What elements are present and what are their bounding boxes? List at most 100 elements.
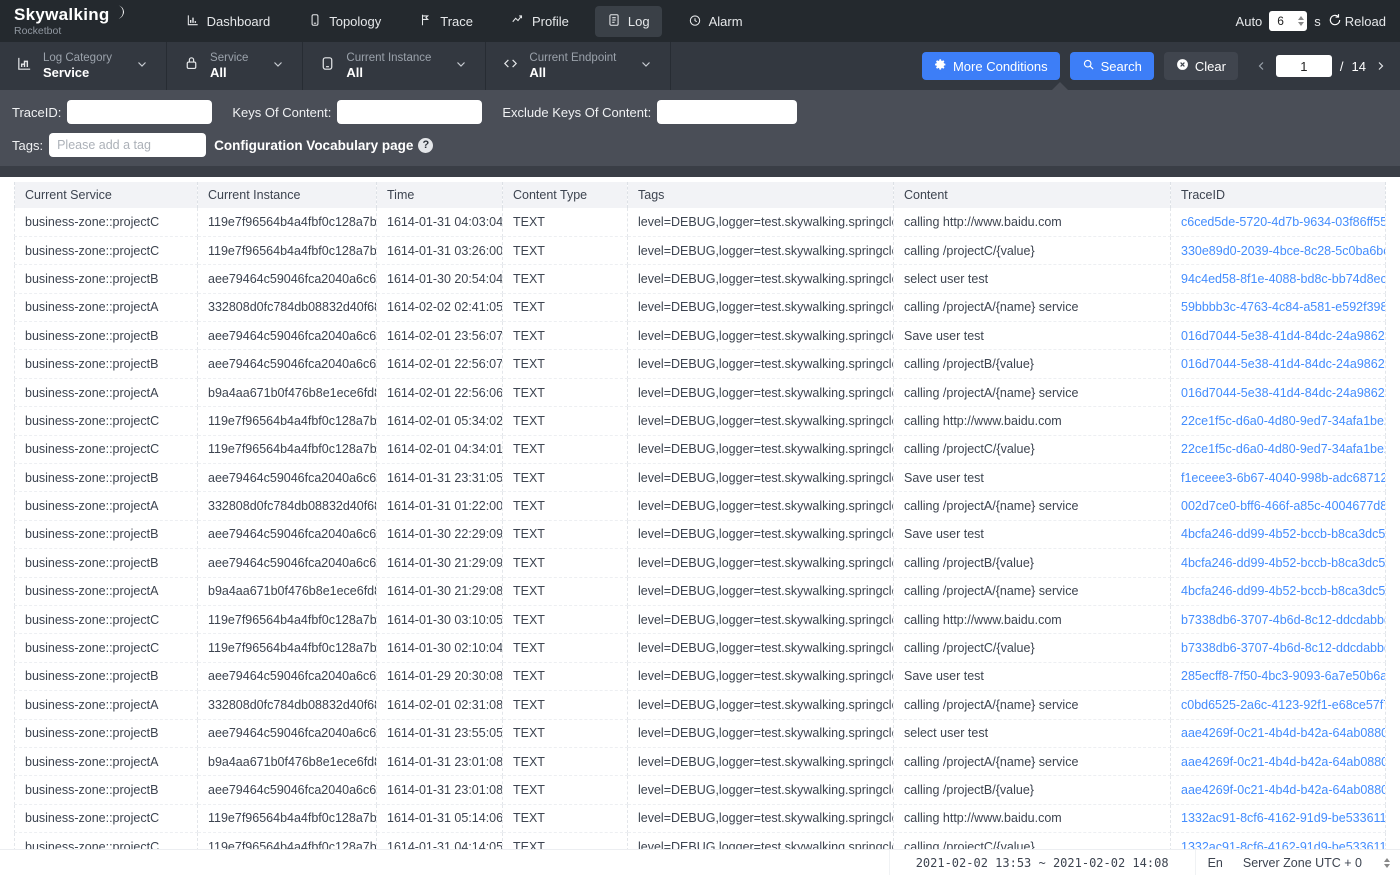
topology-icon [308, 13, 322, 30]
nav-item-topology[interactable]: Topology [296, 6, 393, 37]
cell-content-type: TEXT [503, 662, 628, 690]
current-instance-selector[interactable]: Current Instance All [303, 42, 486, 90]
zone-stepper-icon[interactable] [1384, 858, 1390, 868]
cell-current-instance: aee79464c59046fca2040a6c68... [198, 719, 377, 747]
help-question-icon[interactable]: ? [418, 138, 433, 153]
cell-traceid-link[interactable]: 22ce1f5c-d6a0-4d80-9ed7-34afa1be2490 [1171, 407, 1386, 435]
clear-button[interactable]: Clear [1164, 52, 1238, 80]
cell-current-instance: 119e7f96564b4a4fbf0c128a7b0... [198, 435, 377, 463]
exclude-keys-input[interactable] [657, 100, 797, 124]
cell-current-instance: aee79464c59046fca2040a6c68... [198, 265, 377, 293]
server-zone-control[interactable]: Server Zone UTC + 0 [1235, 850, 1400, 875]
chevron-down-icon [640, 57, 652, 75]
more-conditions-button[interactable]: More Conditions [922, 52, 1060, 80]
cell-time: 1614-02-01 04:34:01 [377, 435, 503, 463]
cell-traceid-link[interactable]: aae4269f-0c21-4b4d-b42a-64ab08808ac8 [1171, 776, 1386, 804]
nav-item-trace[interactable]: Trace [407, 6, 485, 37]
cell-traceid-link[interactable]: 330e89d0-2039-4bce-8c28-5c0ba6bc8ce7 [1171, 236, 1386, 264]
keys-of-content-input[interactable] [337, 100, 482, 124]
tags-input[interactable] [49, 133, 206, 157]
cell-traceid-link[interactable]: 94c4ed58-8f1e-4088-bd8c-bb74d8eca703 [1171, 265, 1386, 293]
cell-time: 1614-01-31 01:22:00 [377, 492, 503, 520]
nav-item-log[interactable]: Log [595, 6, 662, 37]
col-header-content: Content [894, 182, 1171, 208]
cell-tags: level=DEBUG,logger=test.skywalking.sprin… [628, 747, 894, 775]
log-category-selector[interactable]: Log Category Service [0, 42, 167, 90]
cell-traceid-link[interactable]: 016d7044-5e38-41d4-84dc-24a98624a30e [1171, 350, 1386, 378]
cell-traceid-link[interactable]: 59bbbb3c-4763-4c84-a581-e592f39865bd [1171, 293, 1386, 321]
app-subtitle: Rocketbot [14, 26, 61, 37]
table-row: business-zone::projectC 119e7f96564b4a4f… [15, 804, 1386, 832]
cell-tags: level=DEBUG,logger=test.skywalking.sprin… [628, 435, 894, 463]
log-table: Current Service Current Instance Time Co… [14, 182, 1386, 861]
cell-traceid-link[interactable]: c0bd6525-2a6c-4123-92f1-e68ce57f767d [1171, 691, 1386, 719]
cell-current-instance: aee79464c59046fca2040a6c68... [198, 776, 377, 804]
language-toggle[interactable]: En [1195, 850, 1235, 875]
auto-interval-stepper[interactable]: 6 [1269, 11, 1307, 31]
cell-traceid-link[interactable]: 016d7044-5e38-41d4-84dc-24a98624a30e [1171, 322, 1386, 350]
cell-traceid-link[interactable]: c6ced5de-5720-4d7b-9634-03f86ff55d30 [1171, 208, 1386, 236]
cell-current-instance: aee79464c59046fca2040a6c68... [198, 322, 377, 350]
cell-tags: level=DEBUG,logger=test.skywalking.sprin… [628, 322, 894, 350]
log-table-body: business-zone::projectC 119e7f96564b4a4f… [15, 208, 1386, 861]
reload-button[interactable]: Reload [1328, 13, 1386, 30]
app-logo[interactable]: Skywalking Rocketbot [14, 6, 128, 37]
prev-page-icon[interactable] [1256, 60, 1268, 72]
cell-current-service: business-zone::projectB [15, 549, 198, 577]
cell-traceid-link[interactable]: 4bcfa246-dd99-4b52-bccb-b8ca3dc5fc94 [1171, 549, 1386, 577]
cell-traceid-link[interactable]: 002d7ce0-bff6-466f-a85c-4004677d8fbf [1171, 492, 1386, 520]
nav-item-alarm[interactable]: Alarm [676, 6, 755, 37]
cell-traceid-link[interactable]: 1332ac91-8cf6-4162-91d9-be53361168a9 [1171, 804, 1386, 832]
cell-tags: level=DEBUG,logger=test.skywalking.sprin… [628, 208, 894, 236]
cell-tags: level=DEBUG,logger=test.skywalking.sprin… [628, 605, 894, 633]
cell-current-instance: aee79464c59046fca2040a6c68... [198, 350, 377, 378]
cell-traceid-link[interactable]: aae4269f-0c21-4b4d-b42a-64ab08808ac8 [1171, 747, 1386, 775]
code-brackets-icon [502, 55, 519, 77]
auto-reload-controls: Auto 6 s Reload [1236, 11, 1386, 31]
server-zone-label: Server Zone UTC + 0 [1243, 856, 1362, 870]
cell-current-service: business-zone::projectA [15, 378, 198, 406]
top-navbar: Skywalking Rocketbot Dashboard Topology … [0, 0, 1400, 42]
cell-current-service: business-zone::projectC [15, 605, 198, 633]
current-endpoint-selector[interactable]: Current Endpoint All [486, 42, 671, 90]
cell-content-type: TEXT [503, 691, 628, 719]
table-row: business-zone::projectB aee79464c59046fc… [15, 322, 1386, 350]
cell-tags: level=DEBUG,logger=test.skywalking.sprin… [628, 350, 894, 378]
cell-traceid-link[interactable]: 22ce1f5c-d6a0-4d80-9ed7-34afa1be2490 [1171, 435, 1386, 463]
cell-content: calling /projectB/{value} [894, 549, 1171, 577]
next-page-icon[interactable] [1374, 60, 1386, 72]
vocabulary-page-link[interactable]: Configuration Vocabulary page [214, 138, 413, 153]
chevron-down-icon [455, 57, 467, 75]
cell-traceid-link[interactable]: f1eceee3-6b67-4040-998b-adc6871261c1 [1171, 464, 1386, 492]
chevron-down-icon [136, 57, 148, 75]
time-range-picker[interactable]: 2021-02-02 13:53 ~ 2021-02-02 14:08 [889, 850, 1195, 875]
cell-traceid-link[interactable]: 285ecff8-7f50-4bc3-9093-6a7e50b6a9a3 [1171, 662, 1386, 690]
trace-id-input[interactable] [67, 100, 212, 124]
search-button[interactable]: Search [1070, 52, 1154, 80]
nav-item-profile[interactable]: Profile [499, 6, 581, 37]
page-number-input[interactable] [1276, 55, 1332, 77]
auto-interval-value: 6 [1277, 14, 1284, 28]
cell-content-type: TEXT [503, 236, 628, 264]
cell-content-type: TEXT [503, 492, 628, 520]
cell-current-service: business-zone::projectB [15, 464, 198, 492]
service-selector[interactable]: Service All [167, 42, 303, 90]
cell-tags: level=DEBUG,logger=test.skywalking.sprin… [628, 662, 894, 690]
cell-time: 1614-01-31 23:31:05 [377, 464, 503, 492]
stepper-arrows-icon[interactable] [1298, 16, 1304, 26]
cell-traceid-link[interactable]: b7338db6-3707-4b6d-8c12-ddcdabbdb45a [1171, 634, 1386, 662]
cell-traceid-link[interactable]: 4bcfa246-dd99-4b52-bccb-b8ca3dc5fc94 [1171, 520, 1386, 548]
cell-current-service: business-zone::projectA [15, 747, 198, 775]
cell-traceid-link[interactable]: b7338db6-3707-4b6d-8c12-ddcdabbdb45a [1171, 605, 1386, 633]
selector-label: Service [210, 51, 248, 65]
cell-traceid-link[interactable]: 016d7044-5e38-41d4-84dc-24a98624a30e [1171, 378, 1386, 406]
cell-content: calling http://www.baidu.com [894, 605, 1171, 633]
cell-content: calling /projectA/{name} service [894, 747, 1171, 775]
clear-label: Clear [1195, 59, 1226, 74]
nav-item-dashboard[interactable]: Dashboard [174, 6, 283, 37]
gear-icon [934, 58, 947, 74]
cell-traceid-link[interactable]: aae4269f-0c21-4b4d-b42a-64ab08808ac8 [1171, 719, 1386, 747]
selector-label: Current Instance [346, 51, 431, 65]
chevron-down-icon [272, 57, 284, 75]
cell-traceid-link[interactable]: 4bcfa246-dd99-4b52-bccb-b8ca3dc5fc94 [1171, 577, 1386, 605]
